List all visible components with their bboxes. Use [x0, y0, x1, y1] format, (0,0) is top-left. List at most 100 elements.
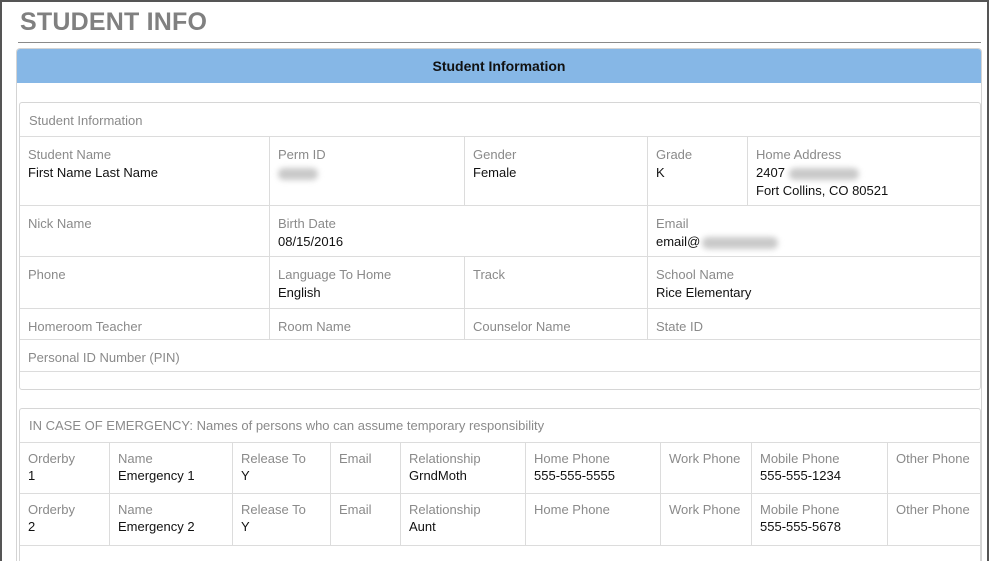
work-phone-label: Work Phone: [669, 451, 741, 466]
track-cell: Track: [465, 257, 648, 309]
school-name-cell: School Name Rice Elementary: [648, 257, 980, 309]
perm-id-label: Perm ID: [278, 147, 326, 162]
contact-2-home-phone-cell: Home Phone: [526, 494, 661, 546]
email-label: Email: [656, 216, 689, 231]
homeroom-teacher-label: Homeroom Teacher: [28, 319, 142, 334]
phone-cell: Phone: [20, 257, 270, 309]
email-value: email@: [656, 233, 972, 251]
relationship-label: Relationship: [409, 502, 481, 517]
contact-1-work-phone-cell: Work Phone: [661, 443, 752, 494]
student-info-grid: Student Name First Name Last Name Perm I…: [20, 136, 980, 372]
school-name-value: Rice Elementary: [656, 285, 752, 300]
work-phone-label: Work Phone: [669, 502, 741, 517]
email-cell: Email email@: [648, 206, 980, 257]
orderby-label: Orderby: [28, 502, 75, 517]
contact-2-other-phone-cell: Other Phone: [888, 494, 980, 546]
student-name-value: First Name Last Name: [28, 165, 159, 180]
home-address-line2: Fort Collins, CO 80521: [756, 183, 889, 198]
language-value: English: [278, 285, 321, 300]
contact-2-work-phone-cell: Work Phone: [661, 494, 752, 546]
contact-1-orderby-cell: Orderby 1: [20, 443, 110, 494]
language-label: Language To Home: [278, 267, 392, 282]
contact-2-orderby: 2: [28, 519, 36, 534]
contact-2-email-cell: Email: [331, 494, 401, 546]
emergency-section-title: IN CASE OF EMERGENCY: Names of persons w…: [29, 418, 545, 433]
mobile-phone-label: Mobile Phone: [760, 502, 840, 517]
perm-id-value-redacted: [278, 164, 456, 182]
orderby-label: Orderby: [28, 451, 75, 466]
home-phone-label: Home Phone: [534, 451, 610, 466]
email-label: Email: [339, 451, 372, 466]
home-address-line1: 2407: [756, 164, 972, 182]
counselor-name-label: Counselor Name: [473, 319, 571, 334]
contact-1-release-to: Y: [241, 468, 250, 483]
homeroom-teacher-cell: Homeroom Teacher: [20, 309, 270, 340]
contact-1-other-phone-cell: Other Phone: [888, 443, 980, 494]
pin-label: Personal ID Number (PIN): [28, 350, 180, 365]
counselor-name-cell: Counselor Name: [465, 309, 648, 340]
grade-label: Grade: [656, 147, 693, 162]
contact-1-mobile-phone-cell: Mobile Phone 555-555-1234: [752, 443, 888, 494]
other-phone-label: Other Phone: [896, 451, 970, 466]
student-info-panel: Student Information Student Information …: [16, 48, 982, 561]
phone-label: Phone: [28, 267, 66, 282]
perm-id-cell: Perm ID: [270, 137, 465, 206]
name-label: Name: [118, 502, 153, 517]
name-label: Name: [118, 451, 153, 466]
page-title: STUDENT INFO: [20, 8, 208, 36]
gender-cell: Gender Female: [465, 137, 648, 206]
email-label: Email: [339, 502, 372, 517]
contact-2-mobile-phone: 555-555-5678: [760, 519, 841, 534]
birth-date-label: Birth Date: [278, 216, 336, 231]
pin-cell: Personal ID Number (PIN): [20, 340, 980, 372]
contact-2-release-cell: Release To Y: [233, 494, 331, 546]
contact-2-mobile-phone-cell: Mobile Phone 555-555-5678: [752, 494, 888, 546]
student-name-cell: Student Name First Name Last Name: [20, 137, 270, 206]
emergency-grid: Orderby 1 Name Emergency 1 Release To Y …: [20, 442, 980, 546]
contact-2-name: Emergency 2: [118, 519, 195, 534]
nick-name-label: Nick Name: [28, 216, 92, 231]
student-info-box: Student Information Student Name First N…: [19, 102, 981, 390]
other-phone-label: Other Phone: [896, 502, 970, 517]
contact-2-relationship-cell: Relationship Aunt: [401, 494, 526, 546]
release-to-label: Release To: [241, 502, 306, 517]
contact-1-mobile-phone: 555-555-1234: [760, 468, 841, 483]
mobile-phone-label: Mobile Phone: [760, 451, 840, 466]
contact-2-relationship: Aunt: [409, 519, 436, 534]
contact-1-orderby: 1: [28, 468, 36, 483]
room-name-label: Room Name: [278, 319, 351, 334]
relationship-label: Relationship: [409, 451, 481, 466]
grade-cell: Grade K: [648, 137, 748, 206]
home-address-label: Home Address: [756, 147, 842, 162]
contact-1-home-phone: 555-555-5555: [534, 468, 615, 483]
release-to-label: Release To: [241, 451, 306, 466]
school-name-label: School Name: [656, 267, 735, 282]
nick-name-cell: Nick Name: [20, 206, 270, 257]
birth-date-cell: Birth Date 08/15/2016: [270, 206, 648, 257]
contact-1-name: Emergency 1: [118, 468, 195, 483]
room-name-cell: Room Name: [270, 309, 465, 340]
panel-header: Student Information: [17, 49, 981, 83]
home-address-cell: Home Address 2407 Fort Collins, CO 80521: [748, 137, 980, 206]
contact-1-name-cell: Name Emergency 1: [110, 443, 233, 494]
contact-1-home-phone-cell: Home Phone 555-555-5555: [526, 443, 661, 494]
contact-1-email-cell: Email: [331, 443, 401, 494]
contact-2-name-cell: Name Emergency 2: [110, 494, 233, 546]
home-phone-label: Home Phone: [534, 502, 610, 517]
grade-value: K: [656, 165, 665, 180]
state-id-cell: State ID: [648, 309, 980, 340]
track-label: Track: [473, 267, 506, 282]
contact-2-release-to: Y: [241, 519, 250, 534]
emergency-box: IN CASE OF EMERGENCY: Names of persons w…: [19, 408, 981, 561]
gender-label: Gender: [473, 147, 517, 162]
gender-value: Female: [473, 165, 517, 180]
student-name-label: Student Name: [28, 147, 112, 162]
state-id-label: State ID: [656, 319, 703, 334]
contact-1-release-cell: Release To Y: [233, 443, 331, 494]
language-cell: Language To Home English: [270, 257, 465, 309]
birth-date-value: 08/15/2016: [278, 234, 344, 249]
contact-1-relationship: GrndMoth: [409, 468, 467, 483]
contact-1-relationship-cell: Relationship GrndMoth: [401, 443, 526, 494]
title-divider: [18, 42, 981, 43]
contact-2-orderby-cell: Orderby 2: [20, 494, 110, 546]
